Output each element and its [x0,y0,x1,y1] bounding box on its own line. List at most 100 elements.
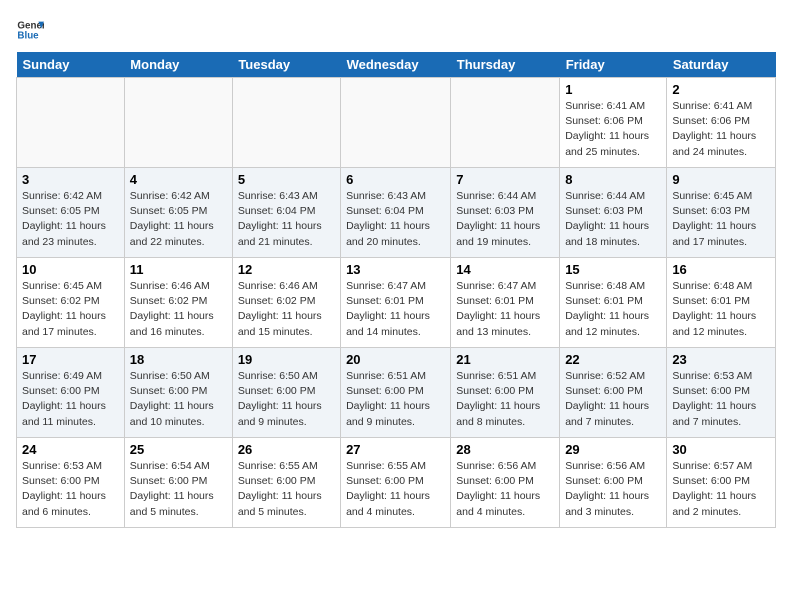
weekday-header-row: SundayMondayTuesdayWednesdayThursdayFrid… [17,52,776,78]
logo-icon: General Blue [16,16,44,44]
weekday-header-friday: Friday [560,52,667,78]
day-info: Sunrise: 6:48 AM Sunset: 6:01 PM Dayligh… [565,279,661,340]
day-number: 4 [130,172,227,187]
logo: General Blue [16,16,44,44]
day-number: 2 [672,82,770,97]
day-info: Sunrise: 6:51 AM Sunset: 6:00 PM Dayligh… [346,369,445,430]
calendar-cell: 12 Sunrise: 6:46 AM Sunset: 6:02 PM Dayli… [232,258,340,348]
day-info: Sunrise: 6:50 AM Sunset: 6:00 PM Dayligh… [238,369,335,430]
day-info: Sunrise: 6:57 AM Sunset: 6:00 PM Dayligh… [672,459,770,520]
day-number: 18 [130,352,227,367]
day-info: Sunrise: 6:46 AM Sunset: 6:02 PM Dayligh… [238,279,335,340]
day-number: 25 [130,442,227,457]
weekday-header-thursday: Thursday [451,52,560,78]
day-number: 11 [130,262,227,277]
calendar-cell: 2 Sunrise: 6:41 AM Sunset: 6:06 PM Daylig… [667,78,776,168]
day-number: 22 [565,352,661,367]
day-number: 7 [456,172,554,187]
day-info: Sunrise: 6:45 AM Sunset: 6:02 PM Dayligh… [22,279,119,340]
day-info: Sunrise: 6:50 AM Sunset: 6:00 PM Dayligh… [130,369,227,430]
day-number: 26 [238,442,335,457]
week-row-4: 17Sunrise: 6:49 AM Sunset: 6:00 PM Dayli… [17,348,776,438]
calendar-cell: 26 Sunrise: 6:55 AM Sunset: 6:00 PM Dayli… [232,438,340,528]
weekday-header-wednesday: Wednesday [341,52,451,78]
day-number: 12 [238,262,335,277]
day-info: Sunrise: 6:47 AM Sunset: 6:01 PM Dayligh… [346,279,445,340]
day-number: 24 [22,442,119,457]
day-info: Sunrise: 6:56 AM Sunset: 6:00 PM Dayligh… [456,459,554,520]
calendar-cell: 3 Sunrise: 6:42 AM Sunset: 6:05 PM Daylig… [17,168,125,258]
calendar-cell: 1 Sunrise: 6:41 AM Sunset: 6:06 PM Daylig… [560,78,667,168]
day-number: 1 [565,82,661,97]
calendar-cell: 6 Sunrise: 6:43 AM Sunset: 6:04 PM Daylig… [341,168,451,258]
calendar-cell [232,78,340,168]
day-info: Sunrise: 6:47 AM Sunset: 6:01 PM Dayligh… [456,279,554,340]
calendar-cell: 29Sunrise: 6:56 AM Sunset: 6:00 PM Dayli… [560,438,667,528]
week-row-1: 1 Sunrise: 6:41 AM Sunset: 6:06 PM Daylig… [17,78,776,168]
calendar-cell: 25 Sunrise: 6:54 AM Sunset: 6:00 PM Dayli… [124,438,232,528]
day-info: Sunrise: 6:53 AM Sunset: 6:00 PM Dayligh… [22,459,119,520]
calendar-cell [124,78,232,168]
day-info: Sunrise: 6:52 AM Sunset: 6:00 PM Dayligh… [565,369,661,430]
day-number: 3 [22,172,119,187]
day-info: Sunrise: 6:54 AM Sunset: 6:00 PM Dayligh… [130,459,227,520]
weekday-header-saturday: Saturday [667,52,776,78]
calendar-cell: 17Sunrise: 6:49 AM Sunset: 6:00 PM Dayli… [17,348,125,438]
calendar-cell: 7 Sunrise: 6:44 AM Sunset: 6:03 PM Daylig… [451,168,560,258]
weekday-header-tuesday: Tuesday [232,52,340,78]
day-number: 29 [565,442,661,457]
day-info: Sunrise: 6:45 AM Sunset: 6:03 PM Dayligh… [672,189,770,250]
day-info: Sunrise: 6:43 AM Sunset: 6:04 PM Dayligh… [346,189,445,250]
calendar-cell [341,78,451,168]
day-info: Sunrise: 6:51 AM Sunset: 6:00 PM Dayligh… [456,369,554,430]
calendar-cell [451,78,560,168]
day-info: Sunrise: 6:48 AM Sunset: 6:01 PM Dayligh… [672,279,770,340]
calendar-cell: 10 Sunrise: 6:45 AM Sunset: 6:02 PM Dayli… [17,258,125,348]
calendar-cell: 22 Sunrise: 6:52 AM Sunset: 6:00 PM Dayli… [560,348,667,438]
calendar-cell: 30 Sunrise: 6:57 AM Sunset: 6:00 PM Dayli… [667,438,776,528]
day-number: 15 [565,262,661,277]
calendar-cell: 27Sunrise: 6:55 AM Sunset: 6:00 PM Dayli… [341,438,451,528]
day-number: 17 [22,352,119,367]
calendar-cell: 20Sunrise: 6:51 AM Sunset: 6:00 PM Dayli… [341,348,451,438]
day-info: Sunrise: 6:43 AM Sunset: 6:04 PM Dayligh… [238,189,335,250]
day-number: 14 [456,262,554,277]
day-info: Sunrise: 6:46 AM Sunset: 6:02 PM Dayligh… [130,279,227,340]
weekday-header-sunday: Sunday [17,52,125,78]
day-number: 28 [456,442,554,457]
day-number: 9 [672,172,770,187]
week-row-2: 3 Sunrise: 6:42 AM Sunset: 6:05 PM Daylig… [17,168,776,258]
calendar-cell: 14 Sunrise: 6:47 AM Sunset: 6:01 PM Dayli… [451,258,560,348]
day-number: 30 [672,442,770,457]
day-info: Sunrise: 6:42 AM Sunset: 6:05 PM Dayligh… [130,189,227,250]
calendar-cell: 28 Sunrise: 6:56 AM Sunset: 6:00 PM Dayli… [451,438,560,528]
day-number: 13 [346,262,445,277]
page-header: General Blue [16,16,776,44]
week-row-3: 10 Sunrise: 6:45 AM Sunset: 6:02 PM Dayli… [17,258,776,348]
day-number: 8 [565,172,661,187]
day-info: Sunrise: 6:44 AM Sunset: 6:03 PM Dayligh… [456,189,554,250]
day-number: 6 [346,172,445,187]
day-number: 21 [456,352,554,367]
calendar-cell: 4 Sunrise: 6:42 AM Sunset: 6:05 PM Daylig… [124,168,232,258]
day-info: Sunrise: 6:53 AM Sunset: 6:00 PM Dayligh… [672,369,770,430]
day-info: Sunrise: 6:42 AM Sunset: 6:05 PM Dayligh… [22,189,119,250]
calendar-cell: 8 Sunrise: 6:44 AM Sunset: 6:03 PM Daylig… [560,168,667,258]
calendar-cell: 15 Sunrise: 6:48 AM Sunset: 6:01 PM Dayli… [560,258,667,348]
day-number: 23 [672,352,770,367]
calendar-cell [17,78,125,168]
calendar-cell: 21 Sunrise: 6:51 AM Sunset: 6:00 PM Dayli… [451,348,560,438]
calendar-cell: 9 Sunrise: 6:45 AM Sunset: 6:03 PM Daylig… [667,168,776,258]
day-info: Sunrise: 6:44 AM Sunset: 6:03 PM Dayligh… [565,189,661,250]
calendar-cell: 19Sunrise: 6:50 AM Sunset: 6:00 PM Dayli… [232,348,340,438]
day-info: Sunrise: 6:55 AM Sunset: 6:00 PM Dayligh… [238,459,335,520]
weekday-header-monday: Monday [124,52,232,78]
day-number: 10 [22,262,119,277]
svg-text:Blue: Blue [17,30,39,41]
calendar-cell: 24 Sunrise: 6:53 AM Sunset: 6:00 PM Dayli… [17,438,125,528]
day-info: Sunrise: 6:41 AM Sunset: 6:06 PM Dayligh… [672,99,770,160]
day-info: Sunrise: 6:41 AM Sunset: 6:06 PM Dayligh… [565,99,661,160]
calendar-cell: 11 Sunrise: 6:46 AM Sunset: 6:02 PM Dayli… [124,258,232,348]
calendar-cell: 13 Sunrise: 6:47 AM Sunset: 6:01 PM Dayli… [341,258,451,348]
day-number: 16 [672,262,770,277]
